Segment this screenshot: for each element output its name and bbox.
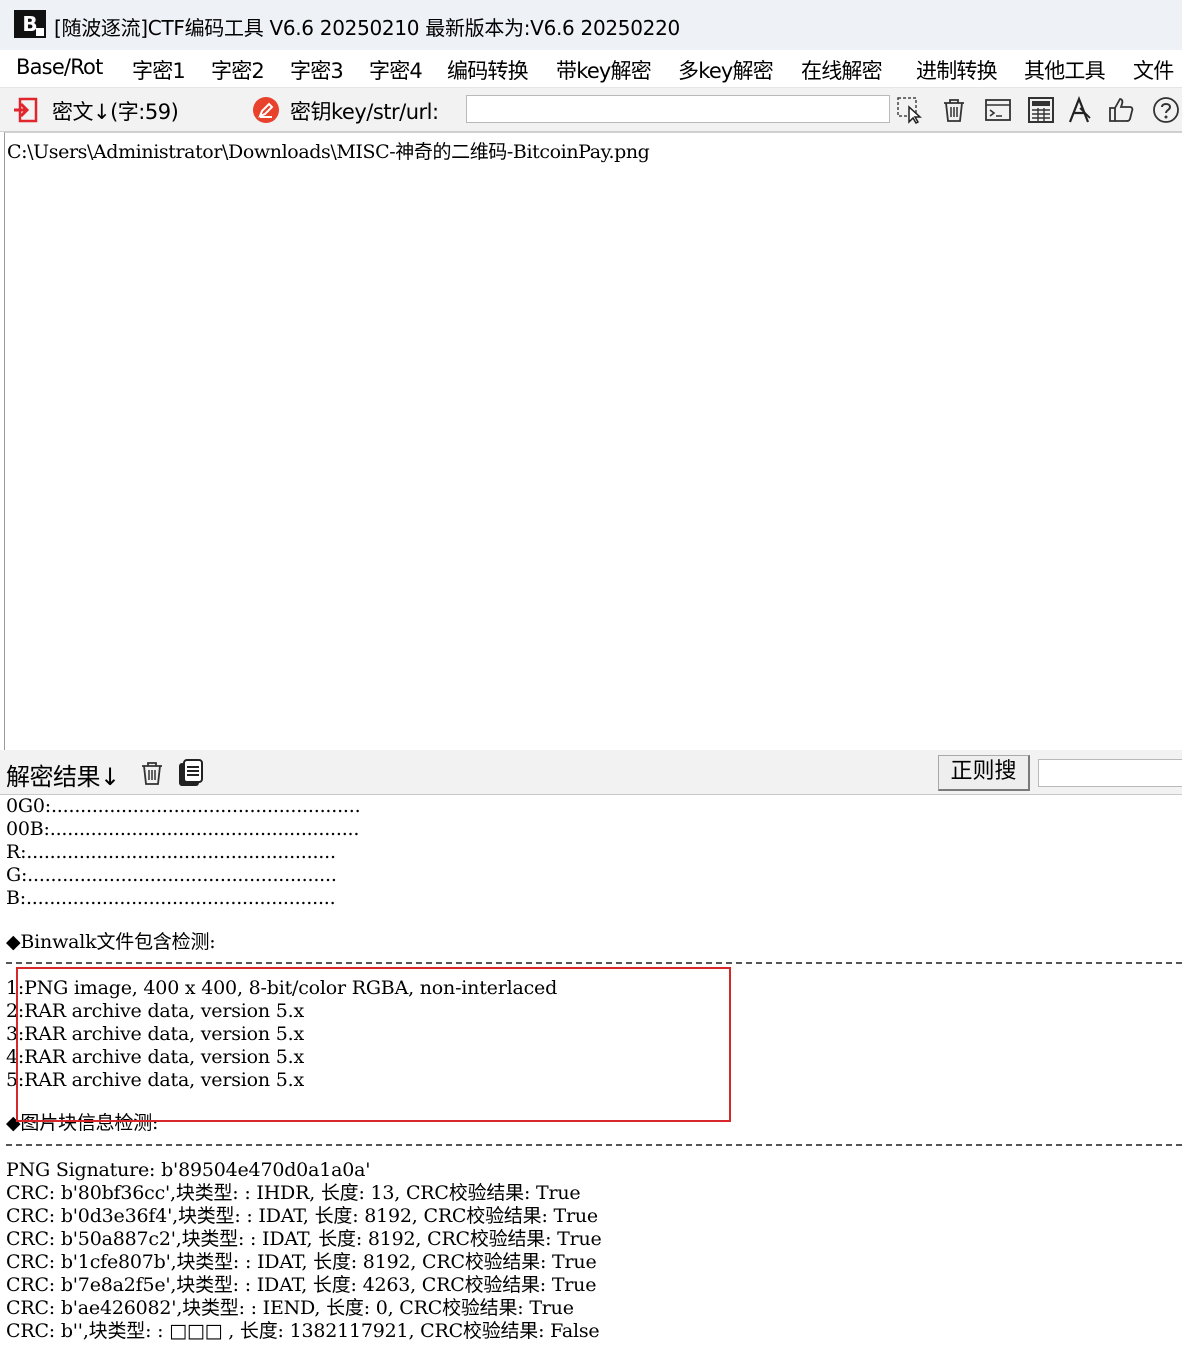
- crc-line-7: CRC: b'',块类型: : □□□ , 长度: 1382117921, CR…: [6, 1320, 600, 1342]
- title-bar: B [随波逐流]CTF编码工具 V6.6 20250210 最新版本为:V6.6…: [0, 0, 1182, 50]
- menu-online[interactable]: 在线解密: [801, 55, 883, 85]
- separator-dashes: [6, 1144, 1182, 1146]
- terminal-icon[interactable]: [984, 96, 1012, 124]
- png-signature-line: PNG Signature: b'89504e470d0a1a0a': [6, 1159, 371, 1181]
- key-input[interactable]: [466, 95, 890, 123]
- app-logo-icon: B: [14, 10, 46, 38]
- crc-line-3: CRC: b'50a887c2',块类型: : IDAT, 长度: 8192, …: [6, 1228, 602, 1250]
- highlight-box: [16, 967, 731, 1122]
- crc-line-4: CRC: b'1cfe807b',块类型: : IDAT, 长度: 8192, …: [6, 1251, 597, 1273]
- menu-zimi4[interactable]: 字密4: [369, 55, 423, 85]
- key-label: 密钥key/str/url:: [290, 100, 439, 124]
- regex-search-button[interactable]: 正则搜: [938, 755, 1030, 791]
- result-line-b: B:......................................…: [6, 887, 336, 909]
- crc-line-1: CRC: b'80bf36cc',块类型: : IHDR, 长度: 13, CR…: [6, 1182, 581, 1204]
- menu-multikey[interactable]: 多key解密: [678, 55, 774, 85]
- result-label: 解密结果↓: [6, 763, 120, 791]
- result-copy-icon[interactable]: [177, 758, 205, 788]
- cipher-text: C:\Users\Administrator\Downloads\MISC-神奇…: [7, 141, 650, 163]
- result-line-r: R:......................................…: [6, 841, 336, 863]
- separator-dashes: [6, 962, 1182, 964]
- menu-other-tools[interactable]: 其他工具: [1024, 55, 1106, 85]
- cipher-textarea[interactable]: C:\Users\Administrator\Downloads\MISC-神奇…: [4, 132, 1182, 750]
- regex-search-input[interactable]: [1038, 759, 1182, 787]
- result-trash-icon[interactable]: [138, 759, 166, 787]
- result-line-0g0: 0G0:....................................…: [6, 795, 361, 817]
- cipher-label: 密文↓(字:59): [52, 100, 179, 124]
- menu-base-rot[interactable]: Base/Rot: [16, 55, 103, 79]
- window-title: [随波逐流]CTF编码工具 V6.6 20250210 最新版本为:V6.6 2…: [54, 16, 680, 40]
- thumbs-up-icon[interactable]: [1107, 96, 1135, 124]
- menu-zimi3[interactable]: 字密3: [290, 55, 344, 85]
- menu-zimi2[interactable]: 字密2: [211, 55, 265, 85]
- key-icon[interactable]: [252, 96, 280, 124]
- menu-base-convert[interactable]: 进制转换: [916, 55, 998, 85]
- calculator-icon[interactable]: [1027, 96, 1055, 124]
- crc-line-5: CRC: b'7e8a2f5e',块类型: : IDAT, 长度: 4263, …: [6, 1274, 597, 1296]
- import-icon[interactable]: [12, 96, 40, 124]
- binwalk-heading: ◆Binwalk文件包含检测:: [6, 931, 216, 953]
- crc-line-6: CRC: b'ae426082',块类型: : IEND, 长度: 0, CRC…: [6, 1297, 574, 1319]
- crc-line-2: CRC: b'0d3e36f4',块类型: : IDAT, 长度: 8192, …: [6, 1205, 598, 1227]
- menu-encoding[interactable]: 编码转换: [447, 55, 529, 85]
- menu-zimi1[interactable]: 字密1: [132, 55, 186, 85]
- menu-file[interactable]: 文件: [1133, 55, 1174, 85]
- result-line-00b: 00B:....................................…: [6, 818, 360, 840]
- cursor-select-icon[interactable]: [896, 96, 924, 124]
- help-icon[interactable]: [1152, 96, 1180, 124]
- menu-bar: Base/Rot 字密1 字密2 字密3 字密4 编码转换 带key解密 多ke…: [0, 50, 1182, 88]
- font-icon[interactable]: [1066, 96, 1094, 124]
- trash-icon[interactable]: [940, 96, 968, 124]
- result-line-g: G:......................................…: [6, 864, 337, 886]
- menu-key-decrypt[interactable]: 带key解密: [556, 55, 652, 85]
- result-bar: 解密结果↓ 正则搜: [0, 750, 1182, 795]
